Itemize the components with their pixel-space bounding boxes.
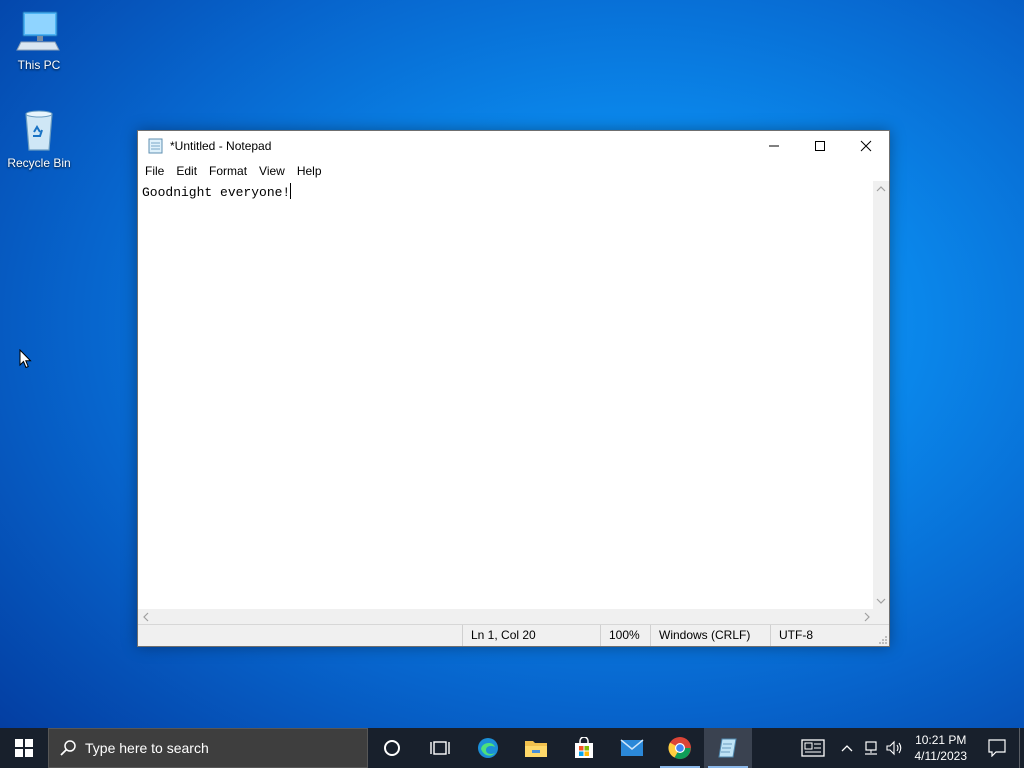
status-spacer: [138, 625, 462, 646]
clock-date: 4/11/2023: [914, 749, 968, 763]
notepad-icon: [718, 738, 737, 758]
close-button[interactable]: [843, 131, 889, 161]
chevron-up-icon: [841, 745, 852, 752]
scroll-down-arrow-icon[interactable]: [876, 597, 886, 605]
file-explorer-taskbar-button[interactable]: [512, 728, 560, 768]
taskbar-clock[interactable]: 10:21 PM 4/11/2023: [907, 732, 976, 764]
desktop-icon-label: Recycle Bin: [7, 156, 71, 170]
scrollbar-corner: [873, 609, 889, 625]
window-title: *Untitled - Notepad: [170, 139, 272, 153]
resize-grip-icon[interactable]: [878, 635, 888, 645]
recycle-bin-icon: [15, 106, 63, 154]
notification-icon: [988, 739, 1006, 757]
network-button[interactable]: [859, 728, 883, 768]
text-caret: [290, 183, 292, 199]
start-button[interactable]: [0, 728, 48, 768]
task-view-icon: [430, 741, 450, 755]
maximize-button[interactable]: [797, 131, 843, 161]
store-icon: [575, 737, 593, 758]
windows-logo-icon: [15, 739, 33, 757]
editor-content: Goodnight everyone!: [142, 185, 291, 200]
news-icon: [800, 739, 825, 757]
show-desktop-button[interactable]: [1019, 728, 1024, 768]
clock-time: 10:21 PM: [915, 733, 967, 747]
desktop-icon-label: This PC: [17, 58, 61, 72]
scroll-up-arrow-icon[interactable]: [876, 185, 886, 193]
chrome-icon: [668, 737, 691, 760]
vertical-scrollbar[interactable]: [873, 181, 889, 609]
mouse-pointer-icon: [19, 349, 32, 369]
edge-taskbar-button[interactable]: [464, 728, 512, 768]
mail-taskbar-button[interactable]: [608, 728, 656, 768]
notepad-window: *Untitled - Notepad File Edit Format Vie…: [137, 130, 890, 647]
menu-format[interactable]: Format: [203, 161, 253, 181]
taskbar-search-box[interactable]: Type here to search: [48, 728, 368, 768]
action-center-button[interactable]: [975, 728, 1019, 768]
menu-file[interactable]: File: [139, 161, 170, 181]
system-tray: 10:21 PM 4/11/2023: [791, 728, 1024, 768]
status-zoom: 100%: [600, 625, 650, 646]
show-hidden-icons-button[interactable]: [835, 728, 859, 768]
network-icon: [864, 741, 877, 755]
file-explorer-icon: [525, 741, 547, 757]
task-view-button[interactable]: [416, 728, 464, 768]
title-bar[interactable]: *Untitled - Notepad: [138, 131, 889, 161]
search-placeholder: Type here to search: [85, 740, 209, 756]
notepad-app-icon: [147, 137, 165, 155]
cortana-button[interactable]: [368, 728, 416, 768]
chrome-taskbar-button[interactable]: [656, 728, 704, 768]
menu-edit[interactable]: Edit: [170, 161, 203, 181]
edge-icon: [478, 738, 498, 758]
taskbar: Type here to search 10:21 PM 4/11/2023: [0, 728, 1024, 768]
status-cursor-position: Ln 1, Col 20: [462, 625, 600, 646]
volume-button[interactable]: [883, 728, 907, 768]
horizontal-scrollbar[interactable]: [138, 609, 875, 625]
maximize-icon: [815, 141, 825, 151]
menu-view[interactable]: View: [253, 161, 291, 181]
status-bar: Ln 1, Col 20 100% Windows (CRLF) UTF-8: [138, 624, 889, 646]
desktop-icon-recycle-bin[interactable]: Recycle Bin: [1, 106, 77, 170]
status-encoding: UTF-8: [770, 625, 888, 646]
scroll-right-arrow-icon[interactable]: [863, 612, 871, 622]
minimize-icon: [769, 145, 779, 147]
desktop-icon-this-pc[interactable]: This PC: [1, 8, 77, 72]
text-editor[interactable]: Goodnight everyone!: [138, 181, 875, 609]
menu-bar: File Edit Format View Help: [138, 161, 889, 181]
notepad-taskbar-button[interactable]: [704, 728, 752, 768]
scroll-left-arrow-icon[interactable]: [142, 612, 150, 622]
minimize-button[interactable]: [751, 131, 797, 161]
search-icon: [60, 740, 76, 756]
mail-icon: [620, 739, 644, 756]
close-icon: [860, 140, 872, 152]
speaker-icon: [885, 740, 901, 756]
status-line-ending: Windows (CRLF): [650, 625, 770, 646]
menu-help[interactable]: Help: [291, 161, 328, 181]
store-taskbar-button[interactable]: [560, 728, 608, 768]
news-widget-button[interactable]: [791, 728, 835, 768]
this-pc-icon: [15, 8, 63, 56]
cortana-icon: [384, 740, 400, 756]
